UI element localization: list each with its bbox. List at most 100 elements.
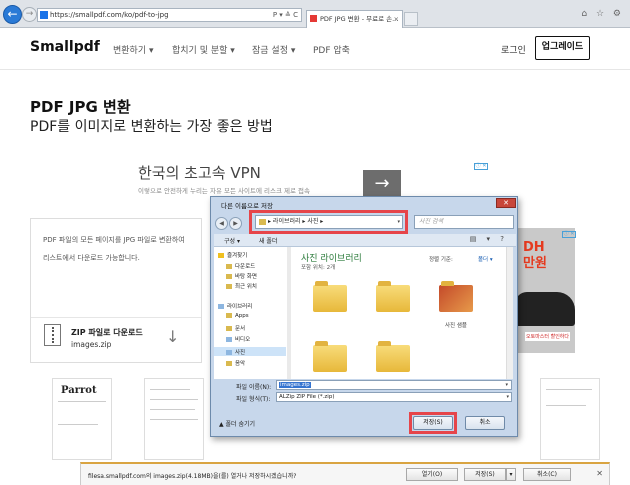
- file-list: 사진 라이브러리 포함 위치: 2개 정렬 기준: 폴더 ▾ 사진 샘플: [291, 247, 513, 379]
- nav-item-label: 바탕 화면: [235, 274, 257, 280]
- dialog-search-input[interactable]: 사진 검색: [414, 215, 514, 229]
- new-folder-button[interactable]: 새 폴더: [259, 236, 277, 245]
- nav-item-documents[interactable]: 문서: [226, 324, 245, 332]
- arrange-label: 정렬 기준:: [429, 257, 453, 263]
- tab-close-icon[interactable]: ×: [394, 11, 399, 27]
- cancel-button[interactable]: 취소: [465, 416, 505, 430]
- arrange-dropdown[interactable]: 폴더 ▾: [478, 255, 493, 263]
- page-title: PDF JPG 변환: [30, 98, 131, 116]
- zip-filename: images.zip: [71, 340, 112, 349]
- zip-file-icon: [44, 324, 61, 346]
- nav-merge-split[interactable]: 합치기 및 분할 ▾: [172, 43, 235, 56]
- download-arrow-icon[interactable]: ↓: [166, 327, 179, 346]
- nav-selection: [214, 347, 286, 356]
- download-info-panel: PDF 파일의 모든 페이지를 JPG 파일로 변환하여 리스트에서 다운로드 …: [30, 218, 202, 363]
- nav-item-label: 최근 위치: [235, 284, 257, 290]
- back-button[interactable]: ←: [3, 5, 22, 24]
- file-type-label: 파일 형식(T):: [236, 396, 271, 403]
- nav-lock[interactable]: 잠금 설정 ▾: [252, 43, 295, 56]
- file-type-value: ALZip ZIP File (*.zip): [279, 394, 335, 400]
- library-subtitle: 포함 위치: 2개: [301, 265, 336, 271]
- car-image: [515, 292, 575, 326]
- ad-choices-icon[interactable]: ⓘ ✕: [474, 163, 488, 170]
- page-thumbnail[interactable]: [144, 378, 204, 460]
- nav-item-libraries[interactable]: 라이브러리: [218, 302, 252, 310]
- ad-choices-icon-2[interactable]: ⓘ ✕: [562, 231, 576, 238]
- vpn-ad-title: 한국의 초고속 VPN: [138, 164, 261, 182]
- nav-item-desktop[interactable]: 바탕 화면: [226, 272, 257, 280]
- dialog-title: 다른 이름으로 저장: [221, 202, 273, 210]
- vpn-ad-subtitle: 이렇으로 안전하게 누리는 자유 모든 사이트에 리스크 제로 접속: [138, 187, 311, 195]
- info-text-line1: PDF 파일의 모든 페이지를 JPG 파일로 변환하여: [43, 236, 185, 244]
- nav-item-label: 문서: [235, 326, 246, 332]
- upgrade-button[interactable]: 업그레이드: [535, 36, 590, 60]
- folder-icon[interactable]: [376, 341, 410, 372]
- thumbnail-title: Parrot: [61, 385, 97, 396]
- car-ad[interactable]: DH 만원 오토마스터 할인하다: [515, 228, 575, 353]
- file-name-input[interactable]: images.zip ▾: [276, 380, 512, 390]
- address-bar[interactable]: https://smallpdf.com/ko/pdf-to-jpg P ▾ ≙…: [37, 8, 302, 22]
- folder-name: 사진 샘플: [445, 323, 467, 329]
- page-subtitle: PDF를 이미지로 변환하는 가장 좋은 방법: [30, 119, 273, 135]
- nav-item-label: 즐겨찾기: [227, 253, 248, 259]
- zip-download-label[interactable]: ZIP 파일로 다운로드: [71, 327, 143, 338]
- browser-menu-icons[interactable]: ⌂ ☆ ⚙: [581, 9, 624, 19]
- nav-item-pictures[interactable]: 사진: [226, 348, 245, 356]
- browser-tab[interactable]: PDF JPG 변환 - 무료로 손... ×: [306, 10, 403, 28]
- car-ad-text-2: 만원: [523, 256, 547, 271]
- file-name-value: images.zip: [279, 382, 311, 388]
- car-ad-text-1: DH: [523, 240, 545, 255]
- dialog-close-button[interactable]: ✕: [496, 198, 516, 208]
- divider: [31, 317, 201, 318]
- nav-item-videos[interactable]: 비디오: [226, 335, 250, 343]
- site-header: Smallpdf 변환하기 ▾ 합치기 및 분할 ▾ 잠금 설정 ▾ PDF 압…: [0, 28, 630, 70]
- nav-item-label: 다운로드: [235, 264, 256, 270]
- hide-folders-button[interactable]: ▲ 폴더 숨기기: [219, 419, 255, 428]
- save-highlight-box: [409, 412, 457, 434]
- nav-item-recent[interactable]: 최근 위치: [226, 282, 257, 290]
- nav-item-label: 라이브러리: [227, 304, 253, 310]
- download-save-button[interactable]: 저장(S): [464, 468, 506, 481]
- folder-icon[interactable]: [376, 281, 410, 312]
- login-link[interactable]: 로그인: [501, 43, 526, 56]
- page-thumbnail[interactable]: Parrot: [52, 378, 112, 460]
- nav-convert[interactable]: 변환하기 ▾: [113, 43, 154, 56]
- path-highlight-box: [249, 210, 408, 234]
- page-thumbnail[interactable]: [540, 378, 600, 460]
- organize-button[interactable]: 구성 ▾: [224, 236, 240, 245]
- file-list-scrollbar[interactable]: [506, 247, 513, 379]
- car-ad-label: 오토마스터 할인하다: [525, 332, 570, 341]
- file-type-dropdown-icon[interactable]: ▾: [506, 393, 509, 401]
- download-cancel-button[interactable]: 취소(C): [523, 468, 571, 481]
- dialog-toolbar: 구성 ▾ 새 폴더 ▤ ▾ ?: [214, 234, 516, 247]
- browser-toolbar: ← → https://smallpdf.com/ko/pdf-to-jpg P…: [0, 0, 630, 28]
- save-as-dialog: 다른 이름으로 저장 ✕ ◀ ▶ ▸ 라이브러리 ▸ 사진 ▸ ▾ 사진 검색 …: [210, 196, 518, 437]
- tab-title: PDF JPG 변환 - 무료로 손...: [320, 15, 399, 23]
- save-options-dropdown[interactable]: ▾: [506, 468, 516, 481]
- car-ad-text: DH 만원: [523, 240, 547, 272]
- forward-button[interactable]: →: [22, 7, 37, 22]
- folder-icon[interactable]: [313, 281, 347, 312]
- nav-item-label: Apps: [235, 313, 249, 319]
- nav-item-apps[interactable]: Apps: [226, 313, 249, 319]
- smallpdf-logo[interactable]: Smallpdf: [30, 39, 100, 55]
- dialog-forward-button[interactable]: ▶: [229, 217, 242, 230]
- nav-item-label: 사진: [235, 350, 246, 356]
- tab-favicon-icon: [310, 15, 317, 22]
- folder-icon[interactable]: [439, 281, 473, 312]
- folder-icon[interactable]: [313, 341, 347, 372]
- site-favicon-icon: [40, 11, 48, 19]
- file-type-select[interactable]: ALZip ZIP File (*.zip) ▾: [276, 392, 512, 402]
- close-icon[interactable]: ✕: [596, 469, 603, 478]
- nav-compress[interactable]: PDF 압축: [313, 43, 350, 56]
- nav-item-downloads[interactable]: 다운로드: [226, 262, 255, 270]
- address-controls[interactable]: P ▾ ≙ C: [273, 9, 298, 21]
- view-options-icon[interactable]: ▤ ▾ ?: [470, 235, 508, 243]
- nav-item-label: 비디오: [235, 337, 251, 343]
- new-tab-button[interactable]: [404, 12, 418, 26]
- nav-item-favorites[interactable]: 즐겨찾기: [218, 251, 247, 259]
- file-name-dropdown-icon[interactable]: ▾: [504, 381, 509, 389]
- dialog-back-button[interactable]: ◀: [215, 217, 228, 230]
- nav-item-music[interactable]: 음악: [226, 359, 245, 367]
- open-button[interactable]: 열기(O): [406, 468, 458, 481]
